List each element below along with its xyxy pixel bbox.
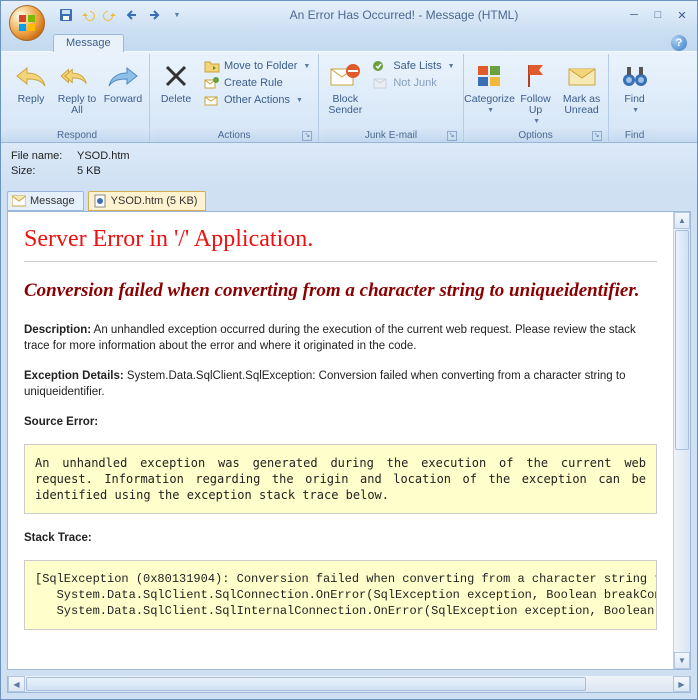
not-junk-button: Not Junk <box>369 75 458 91</box>
delete-button[interactable]: Delete <box>154 58 198 107</box>
attachment-tab-message[interactable]: Message <box>7 191 84 211</box>
error-page: Server Error in '/' Application. Convers… <box>8 212 673 669</box>
reply-all-button[interactable]: Reply to All <box>55 58 99 118</box>
save-icon[interactable] <box>57 6 75 24</box>
source-error-box: An unhandled exception was generated dur… <box>24 444 657 514</box>
scroll-left-icon[interactable]: ◀ <box>8 676 25 692</box>
qat-customize-icon[interactable]: ▼ <box>167 6 185 24</box>
previous-item-icon[interactable] <box>123 6 141 24</box>
size-label: Size: <box>11 164 71 179</box>
error-title: Server Error in '/' Application. <box>24 226 657 253</box>
exception-paragraph: Exception Details: System.Data.SqlClient… <box>24 368 657 400</box>
quick-access-toolbar: ▼ <box>57 6 185 24</box>
tab-message[interactable]: Message <box>53 34 124 52</box>
categorize-icon <box>474 60 506 92</box>
title-bar: ▼ An Error Has Occurred! - Message (HTML… <box>1 1 697 29</box>
group-label-respond: Respond <box>9 129 145 142</box>
other-actions-button[interactable]: Other Actions▼ <box>200 92 314 108</box>
group-find: Find▼ Find <box>609 54 661 142</box>
group-junk: Block Sender Safe Lists▼ Not Junk Junk E… <box>319 54 463 142</box>
safe-lists-icon <box>373 59 389 73</box>
help-icon[interactable]: ? <box>671 35 687 51</box>
junk-launcher-icon[interactable]: ↘ <box>447 131 457 141</box>
close-button[interactable]: ✕ <box>671 7 693 23</box>
group-label-options: Options↘ <box>468 129 604 142</box>
description-paragraph: Description: An unhandled exception occu… <box>24 322 657 354</box>
ribbon-tab-row: Message ? <box>1 29 697 51</box>
scroll-track[interactable] <box>674 451 690 652</box>
mark-unread-button[interactable]: Mark as Unread <box>560 58 604 118</box>
minimize-button[interactable]: ─ <box>623 7 645 23</box>
error-subtitle: Conversion failed when converting from a… <box>24 280 657 302</box>
flag-icon <box>520 60 552 92</box>
reply-icon <box>15 60 47 92</box>
find-button[interactable]: Find▼ <box>613 58 657 116</box>
forward-icon <box>107 60 139 92</box>
other-actions-icon <box>204 93 220 107</box>
group-respond: Reply Reply to All Forward Respond <box>5 54 150 142</box>
group-label-find: Find <box>613 129 657 142</box>
group-label-junk: Junk E-mail↘ <box>323 129 458 142</box>
categorize-button[interactable]: Categorize▼ <box>468 58 512 116</box>
divider <box>24 261 657 262</box>
block-sender-icon <box>329 60 361 92</box>
scroll-down-icon[interactable]: ▼ <box>674 652 690 669</box>
window-title: An Error Has Occurred! - Message (HTML) <box>185 8 623 22</box>
scroll-right-icon[interactable]: ▶ <box>673 676 690 692</box>
folder-move-icon <box>204 59 220 73</box>
attachment-info: File name: YSOD.htm Size: 5 KB <box>1 143 697 189</box>
options-launcher-icon[interactable]: ↘ <box>592 131 602 141</box>
rule-icon <box>204 76 220 90</box>
horizontal-scrollbar[interactable]: ◀ ▶ <box>7 676 691 693</box>
envelope-closed-icon <box>566 60 598 92</box>
attachment-tabs: Message YSOD.htm (5 KB) <box>1 189 697 211</box>
maximize-button[interactable]: □ <box>647 7 669 23</box>
delete-icon <box>160 60 192 92</box>
redo-icon[interactable] <box>101 6 119 24</box>
attachment-tab-file[interactable]: YSOD.htm (5 KB) <box>88 191 207 211</box>
file-name-value: YSOD.htm <box>77 149 130 164</box>
group-label-actions: Actions↘ <box>154 129 314 142</box>
hscroll-thumb[interactable] <box>26 677 586 691</box>
actions-launcher-icon[interactable]: ↘ <box>302 131 312 141</box>
office-button[interactable] <box>9 5 45 41</box>
binoculars-icon <box>619 60 651 92</box>
vertical-scrollbar[interactable]: ▲ ▼ <box>673 212 690 669</box>
ribbon: Reply Reply to All Forward Respond Delet… <box>1 51 697 143</box>
create-rule-button[interactable]: Create Rule <box>200 75 314 91</box>
stack-trace-box: [SqlException (0x80131904): Conversion f… <box>24 560 657 630</box>
content-area: Server Error in '/' Application. Convers… <box>7 211 691 670</box>
group-options: Categorize▼ Follow Up▼ Mark as Unread Op… <box>464 54 609 142</box>
safe-lists-button[interactable]: Safe Lists▼ <box>369 58 458 74</box>
source-error-heading: Source Error: <box>24 414 657 430</box>
undo-icon[interactable] <box>79 6 97 24</box>
block-sender-button[interactable]: Block Sender <box>323 58 367 118</box>
not-junk-icon <box>373 76 389 90</box>
scroll-up-icon[interactable]: ▲ <box>674 212 690 229</box>
file-name-label: File name: <box>11 149 71 164</box>
reply-button[interactable]: Reply <box>9 58 53 107</box>
next-item-icon[interactable] <box>145 6 163 24</box>
hscroll-track[interactable] <box>25 676 673 692</box>
size-value: 5 KB <box>77 164 101 179</box>
scroll-thumb[interactable] <box>675 230 689 450</box>
mail-icon <box>12 195 26 207</box>
reply-all-icon <box>61 60 93 92</box>
forward-button[interactable]: Forward <box>101 58 145 107</box>
group-actions: Delete Move to Folder▼ Create Rule Other… <box>150 54 319 142</box>
stack-trace-heading: Stack Trace: <box>24 530 657 546</box>
follow-up-button[interactable]: Follow Up▼ <box>514 58 558 127</box>
move-to-folder-button[interactable]: Move to Folder▼ <box>200 58 314 74</box>
html-file-icon <box>93 194 107 208</box>
